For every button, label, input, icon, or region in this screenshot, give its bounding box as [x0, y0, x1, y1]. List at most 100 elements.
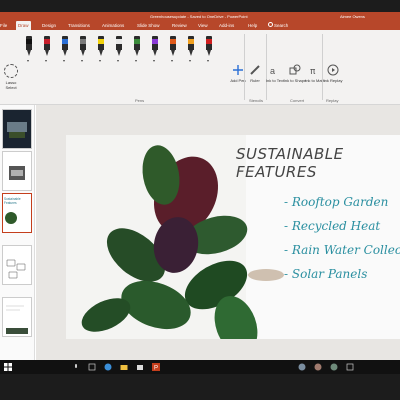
- pen-button[interactable]: ▾: [134, 36, 140, 63]
- powerpoint-taskbar-icon[interactable]: P: [152, 363, 160, 371]
- pen-tip: [99, 50, 103, 56]
- ink-replay-button[interactable]: Ink Replay: [320, 64, 346, 83]
- chevron-down-icon[interactable]: ▾: [189, 58, 191, 63]
- pen-tip: [189, 50, 193, 56]
- pen-button[interactable]: ▾: [98, 36, 104, 63]
- slide-thumbnail[interactable]: [2, 297, 32, 337]
- diagram-thumbnail: [3, 246, 31, 284]
- pen-body: [170, 36, 176, 50]
- slides-pane: Sustainable Features: [0, 105, 35, 372]
- tab-design[interactable]: Design: [42, 21, 56, 30]
- tab-draw[interactable]: Draw: [16, 21, 31, 30]
- lasso-select-label: Lasso Select: [5, 80, 17, 90]
- chevron-down-icon[interactable]: ▾: [135, 58, 137, 63]
- group-label-replay: Replay: [326, 98, 339, 103]
- pen-button[interactable]: ▾: [62, 36, 68, 63]
- pen-tip: [135, 50, 139, 56]
- tab-add-ins[interactable]: Add-ins: [219, 21, 234, 30]
- chevron-down-icon[interactable]: ▾: [45, 58, 47, 63]
- pen-color-swatch: [206, 39, 212, 44]
- windows-start-icon[interactable]: [4, 363, 12, 371]
- title-bar: Greenhousesupdate - Saved to OneDrive - …: [0, 12, 400, 20]
- people-icon[interactable]: [298, 363, 306, 371]
- microphone-icon[interactable]: [72, 363, 80, 371]
- ink-to-text-icon: a: [270, 66, 275, 76]
- pen-color-swatch: [80, 39, 86, 44]
- pen-button[interactable]: ▾: [26, 36, 32, 63]
- chevron-down-icon[interactable]: ▾: [63, 58, 65, 63]
- store-icon[interactable]: [136, 363, 144, 371]
- current-slide[interactable]: SUSTAINABLE FEATURES - Rooftop Garden - …: [66, 135, 400, 339]
- pen-tip: [27, 50, 31, 56]
- people-icon[interactable]: [314, 363, 322, 371]
- ruler-icon: [250, 65, 260, 75]
- chevron-down-icon[interactable]: ▾: [207, 58, 209, 63]
- task-view-icon[interactable]: [88, 363, 96, 371]
- tab-help[interactable]: Help: [248, 21, 257, 30]
- pen-color-swatch: [26, 39, 32, 44]
- file-explorer-icon[interactable]: [120, 363, 128, 371]
- tab-transitions[interactable]: Transitions: [68, 21, 90, 30]
- people-icon[interactable]: [330, 363, 338, 371]
- chevron-down-icon[interactable]: ▾: [81, 58, 83, 63]
- pen-tip: [63, 50, 67, 56]
- tab-view[interactable]: View: [198, 21, 208, 30]
- edge-icon[interactable]: [104, 363, 112, 371]
- bullet-list: - Rooftop Garden - Recycled Heat - Rain …: [284, 195, 400, 291]
- pen-button[interactable]: ▾: [44, 36, 50, 63]
- pen-body: [62, 36, 68, 50]
- ribbon-tabs: File Draw Design Transitions Animations …: [0, 20, 400, 30]
- pen-body: [188, 36, 194, 50]
- pen-color-swatch: [170, 39, 176, 44]
- search-icon: [268, 22, 273, 27]
- lasso-select-button[interactable]: Lasso Select: [2, 64, 20, 90]
- slide-thumbnail[interactable]: [2, 245, 32, 285]
- pen-body: [116, 36, 122, 50]
- chevron-down-icon[interactable]: ▾: [117, 58, 119, 63]
- pen-color-swatch: [188, 39, 194, 44]
- slide-content-thumbnail: [3, 298, 31, 336]
- search-box[interactable]: Search: [268, 21, 288, 30]
- pen-button[interactable]: ▾: [188, 36, 194, 63]
- tab-file[interactable]: File: [0, 21, 7, 30]
- pen-color-swatch: [116, 39, 122, 44]
- notification-icon[interactable]: [346, 363, 354, 371]
- pen-button[interactable]: ▾: [116, 36, 122, 63]
- pen-color-swatch: [98, 39, 104, 44]
- window-title: Greenhousesupdate - Saved to OneDrive - …: [150, 14, 248, 19]
- pen-body: [44, 36, 50, 50]
- bullet-item: - Rooftop Garden: [284, 195, 389, 209]
- ink-to-shape-icon: [289, 64, 301, 75]
- tab-slide-show[interactable]: Slide Show: [137, 21, 160, 30]
- pen-tip: [81, 50, 85, 56]
- slide-thumbnail-selected[interactable]: Sustainable Features: [2, 193, 32, 233]
- slide-title: SUSTAINABLE FEATURES: [236, 145, 344, 181]
- tab-animations[interactable]: Animations: [102, 21, 124, 30]
- pen-button[interactable]: ▾: [152, 36, 158, 63]
- pen-button[interactable]: ▾: [80, 36, 86, 63]
- building-photo-thumbnail: [3, 110, 31, 148]
- svg-text:P: P: [154, 366, 158, 372]
- slide-thumbnail[interactable]: [2, 151, 32, 191]
- chevron-down-icon[interactable]: ▾: [153, 58, 155, 63]
- search-label: Search: [274, 23, 289, 28]
- pen-body: [26, 36, 32, 50]
- group-label-convert: Convert: [290, 98, 305, 103]
- pen-body: [98, 36, 104, 50]
- pen-button[interactable]: ▾: [206, 36, 212, 63]
- user-name[interactable]: Aimee Owens: [340, 14, 365, 19]
- chevron-down-icon[interactable]: ▾: [99, 58, 101, 63]
- svg-text:π: π: [310, 67, 316, 76]
- pen-color-swatch: [62, 39, 68, 44]
- chevron-down-icon[interactable]: ▾: [171, 58, 173, 63]
- pen-body: [206, 36, 212, 50]
- tab-review[interactable]: Review: [172, 21, 187, 30]
- pen-tip: [153, 50, 157, 56]
- slide-thumbnail-title: Sustainable Features: [4, 197, 21, 205]
- svg-text:a: a: [270, 66, 275, 76]
- slide-canvas: SUSTAINABLE FEATURES - Rooftop Garden - …: [36, 105, 400, 372]
- chevron-down-icon[interactable]: ▾: [27, 58, 29, 63]
- slide-thumbnail[interactable]: [2, 109, 32, 149]
- pen-button[interactable]: ▾: [170, 36, 176, 63]
- replay-icon: [327, 64, 339, 76]
